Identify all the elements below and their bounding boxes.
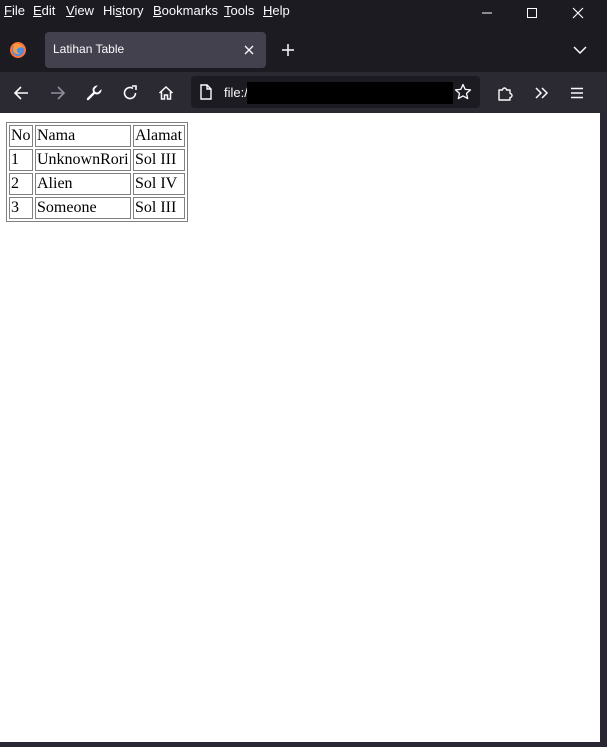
app-menu-button[interactable] <box>562 78 592 108</box>
menu-bar: File Edit View History Bookmarks Tools H… <box>0 0 607 26</box>
minimize-icon <box>482 12 492 14</box>
arrow-right-icon <box>51 86 66 100</box>
table-cell: Sol III <box>133 197 185 219</box>
table-cell: UnknownRori <box>35 149 131 171</box>
forward-button[interactable] <box>43 78 73 108</box>
puzzle-icon <box>498 87 513 101</box>
menu-bookmarks[interactable]: Bookmarks <box>153 3 218 18</box>
table-cell: Alien <box>35 173 131 195</box>
table-cell: 3 <box>9 197 33 219</box>
table-cell: Sol III <box>133 149 185 171</box>
back-button[interactable] <box>6 78 36 108</box>
list-all-tabs-button[interactable] <box>570 40 590 60</box>
close-icon <box>572 7 584 19</box>
redacted-url-block <box>247 82 453 104</box>
menu-view[interactable]: View <box>66 3 94 18</box>
tab-title: Latihan Table <box>53 42 125 56</box>
bookmark-star-button[interactable] <box>454 83 472 101</box>
tab-close-button[interactable] <box>240 41 258 59</box>
table-cell: 1 <box>9 149 33 171</box>
table-row: 3 Someone Sol III <box>9 197 185 219</box>
more-tools-button[interactable] <box>526 78 556 108</box>
star-icon <box>454 83 472 100</box>
customize-toolbar-button[interactable] <box>79 78 109 108</box>
maximize-button[interactable] <box>509 0 555 26</box>
header-cell-alamat: Alamat <box>133 125 185 147</box>
arrow-left-icon <box>13 86 28 100</box>
reload-icon <box>123 85 137 100</box>
table-row: 1 UnknownRori Sol III <box>9 149 185 171</box>
home-icon <box>158 85 174 100</box>
tab-strip: Latihan Table <box>0 26 607 72</box>
navigation-toolbar: file:/ <box>0 72 607 113</box>
table-header-row: No Nama Alamat <box>9 125 185 147</box>
home-button[interactable] <box>151 78 181 108</box>
table-cell: 2 <box>9 173 33 195</box>
table-cell: Sol IV <box>133 173 185 195</box>
extensions-button[interactable] <box>490 78 520 108</box>
close-window-button[interactable] <box>555 0 601 26</box>
menu-file[interactable]: File <box>4 3 25 18</box>
data-table: No Nama Alamat 1 UnknownRori Sol III 2 A… <box>6 122 188 222</box>
desktop-background-edge <box>0 742 607 747</box>
header-cell-nama: Nama <box>35 125 131 147</box>
page-icon <box>200 84 212 100</box>
page-content: No Nama Alamat 1 UnknownRori Sol III 2 A… <box>0 113 600 742</box>
menu-history[interactable]: History <box>103 3 143 18</box>
url-bar[interactable]: file:/ <box>191 76 480 108</box>
maximize-icon <box>527 8 537 18</box>
new-tab-button[interactable] <box>278 40 298 60</box>
menu-help[interactable]: Help <box>263 3 290 18</box>
double-chevron-right-icon <box>535 87 549 99</box>
hamburger-menu-icon <box>571 87 583 99</box>
menu-tools[interactable]: Tools <box>224 3 254 18</box>
minimize-button[interactable] <box>464 0 510 26</box>
header-cell-no: No <box>9 125 33 147</box>
chevron-down-icon <box>573 46 587 55</box>
close-icon <box>244 45 254 55</box>
reload-button[interactable] <box>115 78 145 108</box>
table-row: 2 Alien Sol IV <box>9 173 185 195</box>
tab-latihan-table[interactable]: Latihan Table <box>45 32 266 68</box>
plus-icon <box>282 44 294 56</box>
table-cell: Someone <box>35 197 131 219</box>
menu-edit[interactable]: Edit <box>33 3 55 18</box>
firefox-logo-icon[interactable] <box>8 40 28 60</box>
url-text: file:/ <box>224 85 248 100</box>
wrench-icon <box>86 85 102 101</box>
desktop-background-edge <box>600 113 607 747</box>
